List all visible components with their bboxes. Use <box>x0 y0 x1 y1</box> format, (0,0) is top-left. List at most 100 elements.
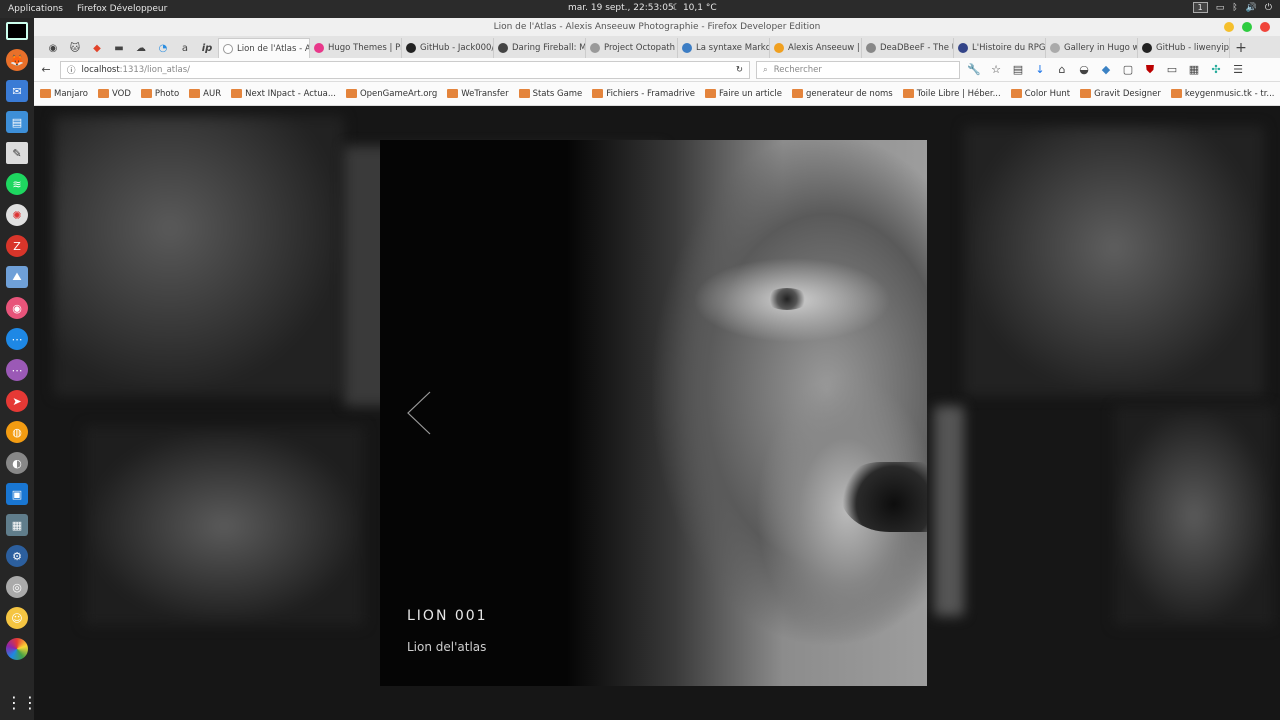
bookmark-item[interactable]: OpenGameArt.org <box>345 89 437 99</box>
gimp-icon[interactable]: ◐ <box>6 452 28 474</box>
writer-icon[interactable]: ▣ <box>6 483 28 505</box>
emoji-app-icon[interactable]: ☺ <box>6 607 28 629</box>
filezilla-icon[interactable]: Z <box>6 235 28 257</box>
terminal-icon[interactable] <box>6 22 28 40</box>
pinned-tab-2[interactable]: 🐱 <box>64 38 86 58</box>
tab-9[interactable]: Gallery in Hugo with P <box>1046 38 1138 58</box>
bookmark-item[interactable]: Next INpact - Actua... <box>231 89 336 99</box>
weather-readout[interactable]: ☾ 10,1 °C <box>672 3 717 13</box>
applications-menu[interactable]: Applications <box>2 4 69 14</box>
extension-diamond-icon[interactable]: ◆ <box>1098 63 1114 76</box>
maximize-button[interactable] <box>1242 22 1252 32</box>
screen-icon[interactable]: ▭ <box>1216 3 1225 13</box>
image-viewer-icon[interactable]: ⛰ <box>6 266 28 288</box>
reload-icon[interactable]: ↻ <box>736 65 743 75</box>
tab-5[interactable]: La syntaxe Markdo <box>678 38 770 58</box>
bookmark-item[interactable]: keygenmusic.tk - tr... <box>1170 89 1275 99</box>
bookmark-item[interactable]: Manjaro <box>40 89 88 99</box>
search-bar[interactable]: ⌕ Rechercher <box>756 60 960 79</box>
gallery-thumb-3[interactable] <box>964 126 1264 396</box>
spotify-icon[interactable]: ≋ <box>6 173 28 195</box>
tab-1[interactable]: Hugo Themes | Pr <box>310 38 402 58</box>
back-button[interactable]: ← <box>38 63 54 76</box>
new-tab-button[interactable]: + <box>1230 38 1252 58</box>
tab-6[interactable]: Alexis Anseeuw | <box>770 38 862 58</box>
talk-icon[interactable]: ◍ <box>6 421 28 443</box>
download-icon[interactable]: ↓ <box>1032 63 1048 76</box>
pinned-tab-3[interactable]: ◆ <box>86 38 108 58</box>
pinned-tab-4[interactable]: ▬ <box>108 38 130 58</box>
tab-10[interactable]: GitHub - liwenyip/h <box>1138 38 1230 58</box>
info-icon[interactable]: ⓘ <box>67 64 76 76</box>
pinned-tab-6[interactable]: ◔ <box>152 38 174 58</box>
grid-extension-icon[interactable]: ▦ <box>1186 63 1202 76</box>
gallery-thumb-6[interactable] <box>1114 406 1274 626</box>
pocket-icon[interactable]: ◒ <box>1076 63 1092 76</box>
disk-icon[interactable]: ◎ <box>6 576 28 598</box>
clock-icon: ◔ <box>158 42 168 54</box>
bookmark-item[interactable]: Faire un article <box>704 89 782 99</box>
previous-arrow-icon[interactable] <box>406 390 436 436</box>
candy-app-icon[interactable]: ✺ <box>6 204 28 226</box>
close-button[interactable] <box>1260 22 1270 32</box>
color-wheel-icon[interactable] <box>6 638 28 660</box>
app-grid-icon[interactable]: ⋮⋮⋮ <box>6 692 54 714</box>
tab-label: Hugo Themes | Pr <box>328 43 402 53</box>
workspace-indicator[interactable]: 1 <box>1192 2 1208 13</box>
hamburger-menu-icon[interactable]: ☰ <box>1230 63 1246 76</box>
bookmark-item[interactable]: Photo <box>140 89 179 99</box>
tab-7[interactable]: DeaDBeeF - The Ultima <box>862 38 954 58</box>
telegram-icon[interactable]: ➤ <box>6 390 28 412</box>
gallery-thumb-4[interactable] <box>84 426 364 626</box>
bookmark-star-icon[interactable]: ☆ <box>988 63 1004 76</box>
bookmark-item[interactable]: Fichiers - Framadrive <box>592 89 695 99</box>
bookmark-item[interactable]: WeTransfer <box>447 89 509 99</box>
bluetooth-icon[interactable]: ᛒ <box>1232 3 1237 13</box>
home-icon[interactable]: ⌂ <box>1054 63 1070 76</box>
mail-icon[interactable]: ✉ <box>6 80 28 102</box>
minimize-button[interactable] <box>1224 22 1234 32</box>
bookmark-item[interactable]: VOD <box>98 89 131 99</box>
bookmark-item[interactable]: Gravit Designer <box>1080 89 1161 99</box>
pinned-tab-8[interactable]: ip <box>196 38 218 58</box>
bookmark-label: Stats Game <box>532 88 583 99</box>
gallery-thumb-1[interactable] <box>54 116 344 396</box>
screenshot-tool-icon[interactable]: ▢ <box>1120 63 1136 76</box>
tab-label: GitHub - Jack000/E <box>420 43 494 53</box>
messenger-icon[interactable]: ⋯ <box>6 328 28 350</box>
library-icon[interactable]: ▤ <box>1010 63 1026 76</box>
bookmark-item[interactable]: generateur de noms <box>792 89 893 99</box>
window-titlebar: Lion de l'Atlas - Alexis Anseeuw Photogr… <box>34 18 1280 36</box>
url-bar[interactable]: ⓘ localhost:1313/lion_atlas/ ↻ <box>60 60 750 79</box>
steam-icon[interactable]: ⚙ <box>6 545 28 567</box>
tab-4[interactable]: Project Octopath Travel <box>586 38 678 58</box>
gallery-thumb-5[interactable] <box>934 406 964 616</box>
power-icon[interactable]: ⏻ <box>1265 3 1272 13</box>
color-picker-icon[interactable]: ◉ <box>6 297 28 319</box>
pinned-tab-7[interactable]: a <box>174 38 196 58</box>
wrench-icon[interactable]: 🔧 <box>966 63 982 76</box>
tab-3[interactable]: Daring Fireball: Ma <box>494 38 586 58</box>
clock[interactable]: mar. 19 sept., 22:53:05 <box>568 3 674 13</box>
bookmark-item[interactable]: Color Hunt <box>1010 89 1070 99</box>
file-manager-icon[interactable]: ▤ <box>6 111 28 133</box>
lightbox-viewer[interactable]: LION 001 Lion del'atlas <box>380 140 927 686</box>
bookmark-item[interactable]: AUR <box>189 89 221 99</box>
bookmark-label: Manjaro <box>54 88 89 99</box>
active-app-menu[interactable]: Firefox Développeur <box>71 4 173 14</box>
chat-icon[interactable]: ⋯ <box>6 359 28 381</box>
pinned-tab-1[interactable]: ◉ <box>42 38 64 58</box>
tab-0[interactable]: Lion de l'Atlas - Alex× <box>218 38 310 58</box>
pinned-tab-5[interactable]: ☁ <box>130 38 152 58</box>
tab-8[interactable]: L'Histoire du RPG <box>954 38 1046 58</box>
bookmark-item[interactable]: Stats Game <box>518 88 583 99</box>
tab-2[interactable]: GitHub - Jack000/E <box>402 38 494 58</box>
colorful-extension-icon[interactable]: ✣ <box>1208 63 1224 76</box>
bookmark-item[interactable]: Toile Libre | Héber... <box>902 89 1001 99</box>
inbox-icon[interactable]: ▭ <box>1164 63 1180 76</box>
volume-icon[interactable]: 🔊 <box>1246 3 1257 13</box>
text-editor-icon[interactable]: ✎ <box>6 142 28 164</box>
firefox-developer-icon[interactable]: 🦊 <box>6 49 28 71</box>
screenshot-icon[interactable]: ▦ <box>6 514 28 536</box>
ublock-icon[interactable]: ⛊ <box>1142 63 1158 77</box>
